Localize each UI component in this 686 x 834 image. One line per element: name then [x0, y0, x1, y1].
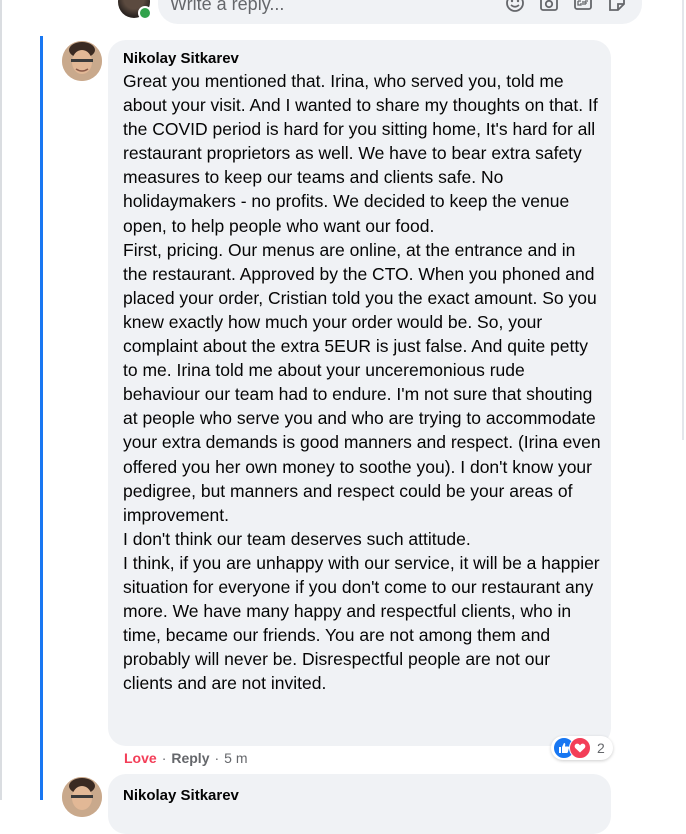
camera-icon[interactable]	[538, 0, 560, 14]
separator: ·	[161, 750, 167, 766]
separator: ·	[214, 750, 220, 766]
comment-timestamp[interactable]: 5 m	[224, 750, 247, 766]
comment-paragraph: Great you mentioned that. Irina, who ser…	[123, 71, 598, 236]
emoji-icon[interactable]	[504, 0, 526, 14]
comment-author[interactable]: Nikolay Sitkarev	[123, 787, 601, 805]
comment-actions: Love · Reply · 5 m	[124, 750, 248, 766]
comment-text: Great you mentioned that. Irina, who ser…	[123, 69, 601, 695]
author-avatar[interactable]	[62, 41, 102, 81]
gif-icon[interactable]	[572, 0, 594, 14]
reply-button[interactable]: Reply	[171, 750, 209, 766]
reactions-summary[interactable]: 2	[551, 736, 613, 760]
heart-icon	[569, 737, 591, 759]
comment-bubble: Nikolay Sitkarev Great you mentioned tha…	[108, 40, 611, 746]
feed-left-border	[0, 0, 2, 800]
sticker-icon[interactable]	[606, 0, 628, 14]
reply-tools	[504, 0, 628, 14]
author-avatar[interactable]	[62, 777, 102, 817]
online-status-dot	[138, 6, 152, 20]
comment-paragraph: I don't think our team deserves such att…	[123, 528, 471, 549]
love-button[interactable]: Love	[124, 750, 157, 766]
reaction-count: 2	[597, 740, 605, 756]
scrollbar-track[interactable]	[682, 0, 684, 440]
reply-thread-line	[40, 36, 43, 800]
reply-input-placeholder: Write a reply...	[170, 0, 285, 14]
comment-paragraph: First, pricing. Our menus are online, at…	[123, 239, 601, 525]
comment-author[interactable]: Nikolay Sitkarev	[123, 50, 601, 68]
comment-bubble: Nikolay Sitkarev	[108, 774, 611, 834]
comment-paragraph: I think, if you are unhappy with our ser…	[123, 552, 600, 694]
